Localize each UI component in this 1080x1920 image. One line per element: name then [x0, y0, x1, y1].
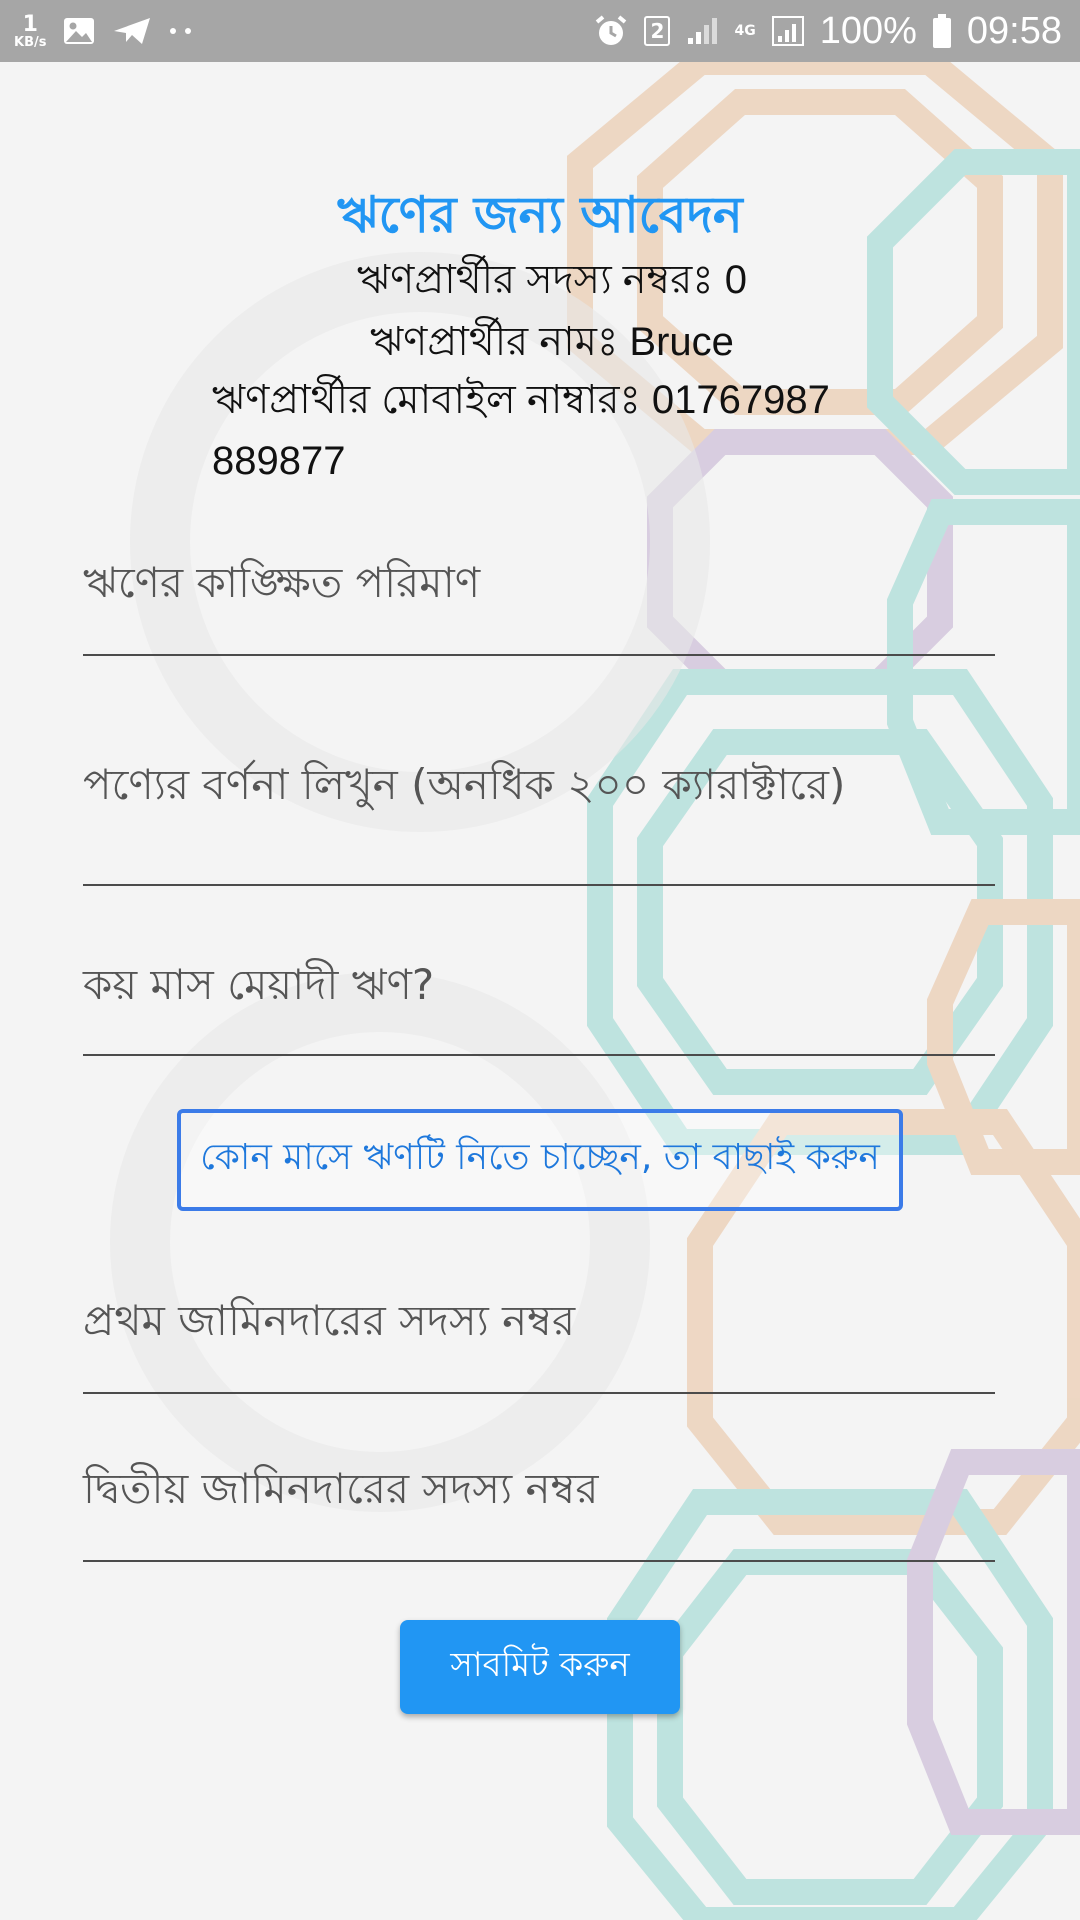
loan-application-form: ঋণের জন্য আবেদন ঋণপ্রার্থীর সদস্য নম্বরঃ… — [0, 62, 1080, 1920]
clock: 09:58 — [966, 9, 1062, 52]
second-guarantor-placeholder: দ্বিতীয় জামিনদারের সদস্য নম্বর — [83, 1464, 599, 1513]
send-icon — [114, 18, 151, 44]
applicant-name-text: ঋণপ্রার্থীর নামঃ Bruce — [370, 320, 734, 364]
status-bar-right: 2 4G 100% 09:58 — [594, 10, 1062, 53]
more-dots-icon — [170, 28, 192, 34]
product-description-placeholder: পণ্যের বর্ণনা লিখুন (অনধিক ২০০ ক্যারাক্ট… — [83, 760, 846, 809]
signal-icon — [771, 16, 804, 46]
status-bar-left: 1 KB/s — [14, 11, 194, 50]
loan-amount-placeholder: ঋণের কাঙ্ক্ষিত পরিমাণ — [83, 558, 481, 607]
second-guarantor-field[interactable]: দ্বিতীয় জামিনদারের সদস্য নম্বর — [83, 1438, 995, 1562]
mobile-number-text: ঋণপ্রার্থীর মোবাইল নাম্বারঃ 01767987 889… — [212, 378, 830, 483]
battery-percent: 100% — [819, 9, 917, 52]
sim-badge: 2 — [644, 16, 671, 46]
network-type: 4G — [734, 23, 756, 39]
net-speed-value: 1 — [22, 11, 38, 37]
first-guarantor-placeholder: প্রথম জামিনদারের সদস্য নম্বর — [83, 1296, 576, 1345]
submit-button[interactable]: সাবমিট করুন — [400, 1620, 680, 1714]
select-month-button[interactable]: কোন মাসে ঋণটি নিতে চাচ্ছেন, তা বাছাই করু… — [177, 1109, 903, 1211]
member-number-text: ঋণপ্রার্থীর সদস্য নম্বরঃ 0 — [357, 258, 747, 302]
signal-icon — [688, 18, 718, 44]
gallery-icon — [64, 18, 95, 44]
loan-amount-field[interactable]: ঋণের কাঙ্ক্ষিত পরিমাণ — [83, 532, 995, 656]
loan-duration-placeholder: কয় মাস মেয়াদী ঋণ? — [83, 960, 435, 1009]
first-guarantor-field[interactable]: প্রথম জামিনদারের সদস্য নম্বর — [83, 1270, 995, 1394]
product-description-field[interactable]: পণ্যের বর্ণনা লিখুন (অনধিক ২০০ ক্যারাক্ট… — [83, 732, 995, 886]
battery-icon — [932, 14, 951, 48]
net-speed-unit: KB/s — [14, 34, 47, 50]
net-speed-indicator: 1 KB/s — [14, 11, 47, 50]
alarm-icon — [596, 15, 627, 45]
status-bar: 1 KB/s 2 4G 100% 09:58 — [0, 0, 1080, 62]
loan-duration-field[interactable]: কয় মাস মেয়াদী ঋণ? — [83, 930, 995, 1056]
